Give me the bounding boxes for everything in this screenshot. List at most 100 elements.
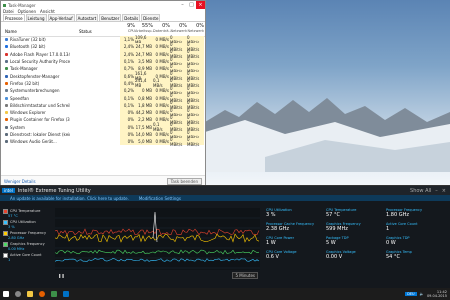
monitor-label: Processor Frequency (10, 231, 47, 235)
task-manager-window: Task-Manager – □ × Datei Optionen Ansich… (0, 0, 206, 187)
process-icon (5, 125, 8, 129)
search-icon[interactable] (15, 291, 21, 297)
column-header-memory[interactable]: 55% Arbeitssp... (135, 23, 155, 33)
process-cpu: 0,7% (120, 65, 135, 73)
metric-tile: Graphics Frequency 599 MHz (326, 222, 386, 232)
column-header-name[interactable]: Name (5, 29, 17, 34)
process-name: Firefox (32 bit) (10, 80, 40, 86)
tab-processes[interactable]: Prozesse (3, 14, 25, 21)
process-icon (5, 111, 8, 115)
update-notice-link[interactable]: An update is available for installation.… (10, 196, 129, 201)
process-disk: 0 MB/s (153, 65, 170, 73)
network2-column-label: Netzwerk (187, 29, 204, 33)
metric-value: 2.38 GHz (266, 226, 289, 232)
mountain-landscape (205, 98, 450, 172)
xtu-titlebar[interactable]: intel Intel® Extreme Tuning Utility Show… (0, 186, 450, 195)
tab-performance[interactable]: Leistung (25, 14, 47, 21)
column-header-network-2[interactable]: 0% Netzwerk (187, 23, 204, 33)
process-cpu: 2,4% (120, 43, 135, 51)
metric-tile: CPU Core Power 1 W (266, 236, 326, 246)
process-name: Desktopfenster-Manager (10, 73, 60, 79)
xtu-taskbar-icon[interactable] (63, 291, 69, 297)
metric-value: 0.00 V (326, 254, 343, 260)
process-memory: 109,6 MB (135, 35, 153, 45)
tab-users[interactable]: Benutzer (99, 14, 122, 21)
task-manager-taskbar-icon[interactable] (51, 291, 57, 297)
explorer-icon[interactable] (27, 291, 33, 297)
window-title: Task-Manager (8, 2, 36, 8)
show-all-toggle[interactable]: Show All (410, 188, 431, 194)
column-header-cpu[interactable]: 9% CPU (120, 23, 135, 33)
volume-icon[interactable]: 🔈 (420, 292, 424, 296)
process-name: Adobe Flash Player 17.0.0.134 ... (10, 51, 70, 57)
process-memory: 1,8 MB (135, 101, 153, 109)
close-button[interactable]: × (442, 188, 446, 194)
minimize-button[interactable]: – (435, 188, 438, 194)
process-cpu: 0,1% (120, 101, 135, 109)
tab-startup[interactable]: Autostart (75, 14, 99, 21)
metric-tile: Package TDP 5 W (326, 236, 386, 246)
metric-tile: CPU Utilization 3 % (266, 208, 326, 218)
pause-icon[interactable]: ❚❚ (58, 273, 65, 278)
process-cpu: 2,4% (120, 50, 135, 58)
process-list: RivaTuner (32 bit) 1,1% 109,6 MB 0 MB/s 0 MB… (1, 35, 205, 147)
process-icon (5, 52, 8, 56)
modification-settings-link[interactable]: Modification Settings (139, 196, 181, 201)
process-icon (5, 45, 8, 49)
maximize-button[interactable]: □ (187, 1, 196, 9)
monitor-sidebar: CPU Temperature 57 °C CPU Utilization 3 % Pr… (3, 208, 53, 263)
end-task-button[interactable]: Task beenden (166, 177, 202, 185)
process-cpu: 0,6% (120, 72, 135, 80)
process-name: Dienstrost: lokaler Dienst (kein... (10, 132, 70, 137)
fewer-details-link[interactable]: Weniger Details (4, 179, 36, 184)
language-indicator[interactable]: DEU (405, 292, 417, 296)
process-cpu: 0% (120, 138, 135, 146)
process-disk: 0 MB/s (153, 130, 170, 139)
monitor-checkbox[interactable] (3, 208, 8, 214)
tab-strip: Prozesse Leistung App-Verlauf Autostart … (1, 14, 205, 22)
tab-services[interactable]: Dienste (141, 14, 161, 21)
process-cpu: 1,1% (120, 36, 135, 44)
metric-tile: Processor Cache Frequency 2.38 GHz (266, 222, 326, 232)
process-disk: 0,1 MB/s (153, 78, 170, 88)
process-name: RivaTuner (32 bit) (10, 37, 46, 43)
time-range-dropdown[interactable]: 5 Minutes (232, 272, 258, 279)
minimize-button[interactable]: – (178, 1, 187, 9)
column-header-disk[interactable]: 0% Datenträ... (153, 23, 172, 33)
column-header-status[interactable]: Status (79, 29, 92, 34)
metric-value: 54 °C (386, 254, 400, 260)
metric-value: 599 MHz (326, 226, 348, 232)
start-icon[interactable] (3, 291, 9, 297)
monitor-checkbox[interactable] (3, 230, 8, 236)
process-name: Task-Manager (10, 66, 38, 72)
firefox-icon[interactable] (39, 291, 45, 297)
process-disk: 0 MB/s (153, 50, 170, 58)
close-button[interactable]: × (196, 1, 205, 9)
metric-value: 5 W (326, 240, 336, 246)
process-memory: 3,5 MB (135, 57, 153, 66)
process-icon (5, 89, 8, 93)
process-disk: 0 MB/s (153, 108, 170, 117)
task-manager-titlebar[interactable]: Task-Manager – □ × (1, 1, 205, 9)
monitor-checkbox[interactable] (3, 241, 8, 247)
monitor-checkbox[interactable] (3, 219, 8, 225)
monitor-checkbox[interactable] (3, 252, 8, 258)
process-network: 0 MBit/s (170, 137, 187, 147)
clock[interactable]: 11:42 09.04.2015 (427, 290, 447, 298)
monitoring-graph (55, 208, 260, 270)
process-disk: 0 MB/s (153, 57, 170, 66)
network-column-label: Netzwerk (170, 29, 187, 33)
process-name: Local Security Authority Process ... (10, 59, 70, 65)
process-memory: 14,0 MB (135, 130, 153, 139)
column-header-network[interactable]: 0% Netzwerk (170, 23, 187, 33)
tab-app-history[interactable]: App-Verlauf (47, 14, 75, 21)
metrics-panel: CPU Utilization 3 % CPU Temperature 57 °C Pr… (266, 208, 446, 260)
metric-value: 57 °C (326, 212, 340, 218)
cpu-column-label: CPU (127, 29, 135, 33)
process-memory: 17,5 MB (135, 123, 153, 131)
process-disk: 0 MB/s (153, 101, 170, 109)
tab-details[interactable]: Details (122, 14, 141, 21)
process-memory: 44,2 MB (135, 108, 153, 117)
process-row[interactable]: Windows Audio Gerät... 0% 5,0 MB 0 MB/s 0 MB… (1, 137, 205, 147)
process-name: Plugin Container for Firefox (3... (10, 117, 70, 123)
